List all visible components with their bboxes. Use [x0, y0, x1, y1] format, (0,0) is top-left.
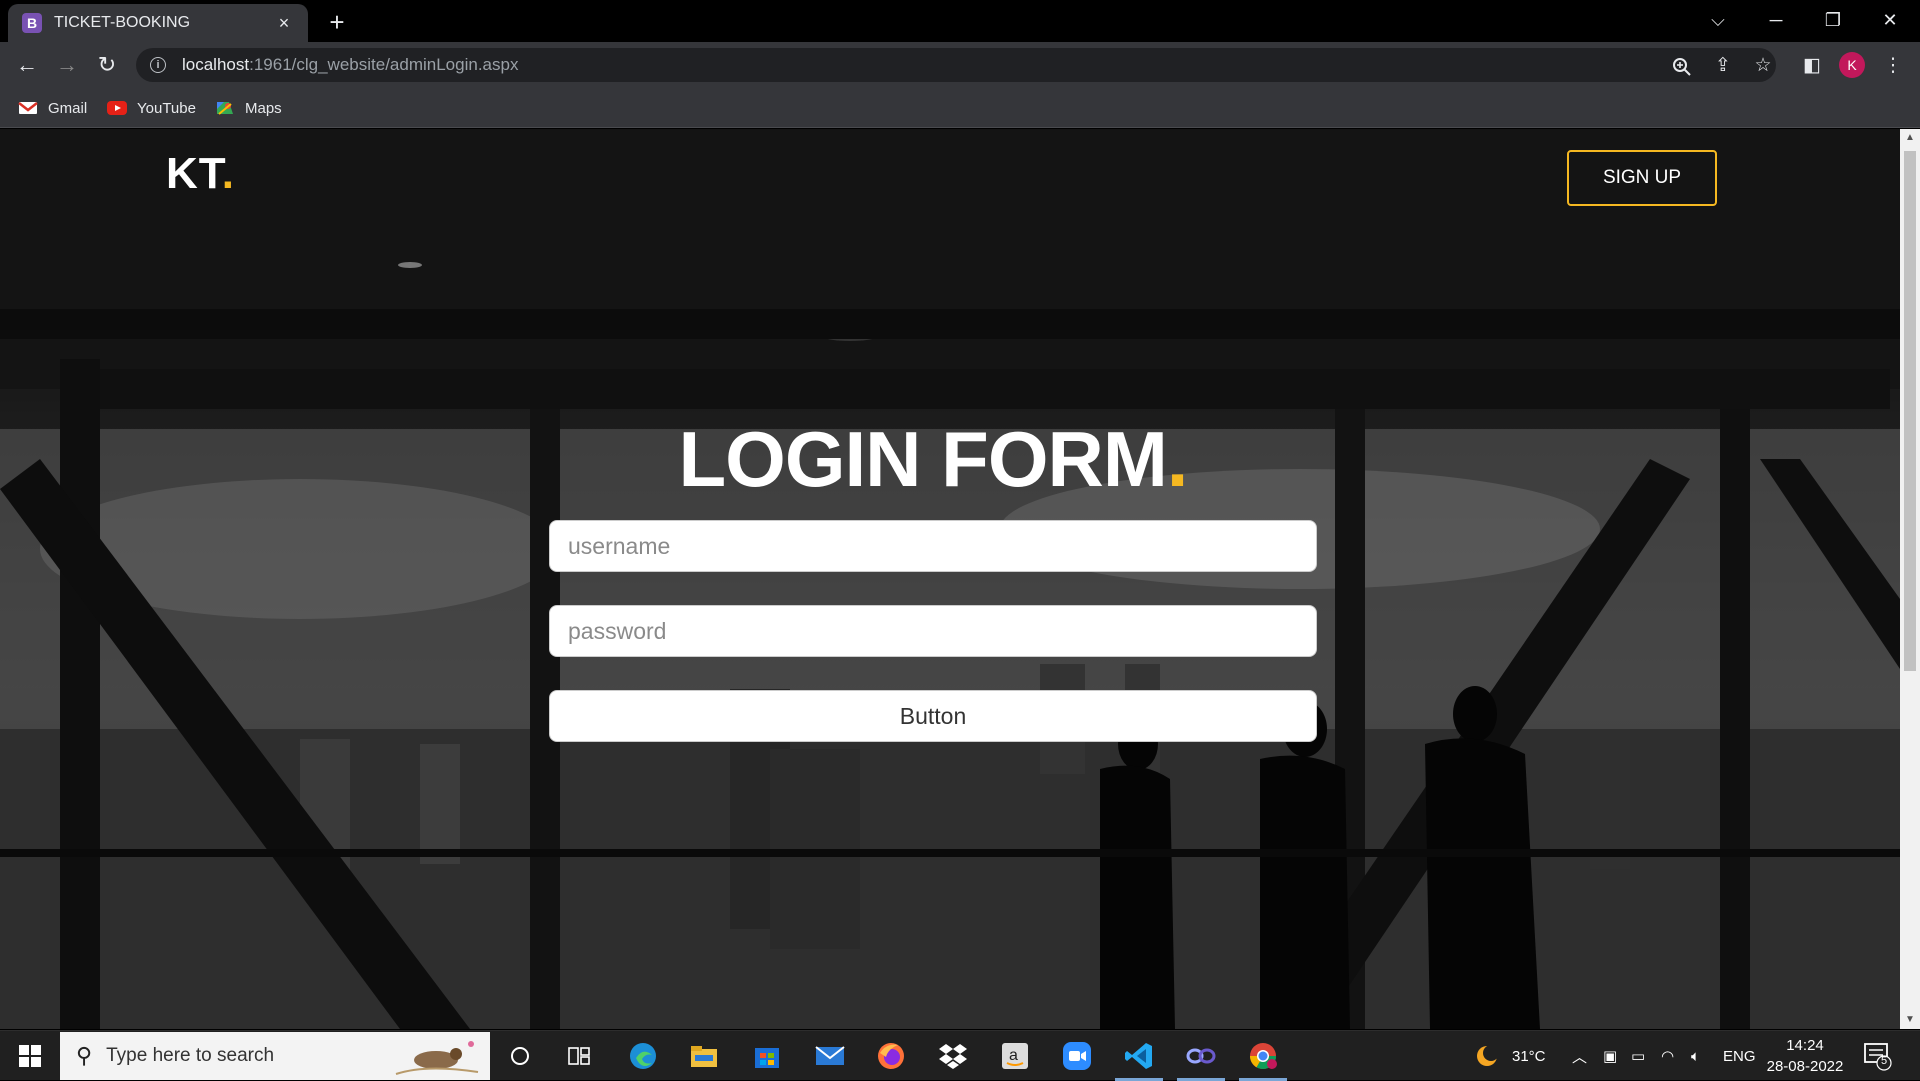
- weather-widget[interactable]: 31°C: [1474, 1031, 1546, 1081]
- profile-avatar[interactable]: K: [1839, 52, 1865, 78]
- wifi-icon[interactable]: ◠: [1661, 1031, 1674, 1081]
- page-viewport: KT. SIGN UP LOGIN FORM. Button: [0, 129, 1900, 1029]
- browser-tab[interactable]: B TICKET-BOOKING ×: [8, 4, 308, 42]
- svg-text:a: a: [1009, 1047, 1018, 1064]
- chrome-icon[interactable]: [1235, 1036, 1291, 1081]
- tab-search-icon[interactable]: ⌵: [1690, 0, 1746, 40]
- notification-count: 5: [1880, 1055, 1888, 1067]
- restore-icon[interactable]: ❐: [1805, 0, 1861, 40]
- address-bar[interactable]: i localhost:1961/clg_website/adminLogin.…: [136, 48, 1776, 82]
- file-explorer-icon[interactable]: [676, 1036, 732, 1076]
- windows-logo-icon: [19, 1045, 41, 1067]
- city-background-image: [0, 129, 1900, 1029]
- forward-icon[interactable]: →: [52, 50, 82, 80]
- clock-date: 28-08-2022: [1766, 1058, 1844, 1075]
- search-placeholder: Type here to search: [106, 1045, 275, 1066]
- bookmark-label: Gmail: [48, 99, 88, 117]
- scrollbar-thumb[interactable]: [1904, 151, 1916, 671]
- bookmark-label: Maps: [245, 99, 282, 117]
- close-window-icon[interactable]: ✕: [1862, 0, 1918, 40]
- vscode-icon[interactable]: [1111, 1036, 1167, 1081]
- start-button[interactable]: [0, 1031, 60, 1081]
- clock-time: 14:24: [1786, 1037, 1824, 1054]
- username-input[interactable]: [549, 520, 1317, 572]
- bookmark-label: YouTube: [137, 99, 196, 117]
- maps-icon: [215, 100, 235, 116]
- bookmarks-bar: Gmail YouTube Maps: [0, 88, 1920, 128]
- search-icon: ⚲: [76, 1043, 93, 1068]
- site-logo[interactable]: KT.: [166, 149, 235, 199]
- show-hidden-icons-icon[interactable]: ︿: [1572, 1031, 1587, 1081]
- page-title: LOGIN FORM.: [0, 414, 1866, 505]
- weather-temp: 31°C: [1512, 1047, 1546, 1065]
- taskbar-search-box[interactable]: ⚲ Type here to search: [60, 1032, 490, 1080]
- scroll-up-icon[interactable]: ▲: [1900, 129, 1920, 147]
- tab-title: TICKET-BOOKING: [54, 14, 191, 31]
- heading-dot: .: [1166, 415, 1189, 503]
- dropbox-icon[interactable]: [925, 1036, 981, 1076]
- store-icon[interactable]: [739, 1036, 795, 1076]
- bookmark-youtube[interactable]: YouTube: [107, 96, 196, 120]
- amazon-icon[interactable]: a: [987, 1036, 1043, 1076]
- edge-icon[interactable]: [615, 1036, 671, 1076]
- close-tab-icon[interactable]: ×: [274, 13, 294, 34]
- browser-toolbar: ← → ↻ i localhost:1961/clg_website/admin…: [0, 42, 1920, 88]
- tab-strip: B TICKET-BOOKING × + ⌵ ─ ❐ ✕: [0, 0, 1920, 42]
- gmail-icon: [18, 100, 38, 116]
- minimize-icon[interactable]: ─: [1748, 0, 1804, 40]
- site-info-icon[interactable]: i: [150, 57, 166, 73]
- firefox-icon[interactable]: [863, 1036, 919, 1076]
- bookmark-gmail[interactable]: Gmail: [18, 96, 87, 120]
- side-panel-icon[interactable]: ◧: [1797, 50, 1827, 80]
- zoom-app-icon[interactable]: [1049, 1036, 1105, 1076]
- login-button[interactable]: Button: [549, 690, 1317, 742]
- reload-icon[interactable]: ↻: [92, 50, 122, 80]
- share-icon[interactable]: ⇪: [1708, 50, 1738, 80]
- meet-now-icon[interactable]: ▣: [1603, 1031, 1617, 1081]
- scroll-down-icon[interactable]: ▼: [1900, 1011, 1920, 1029]
- bookmark-star-icon[interactable]: ☆: [1748, 50, 1778, 80]
- system-clock[interactable]: 14:24 28-08-2022: [1760, 1035, 1850, 1077]
- password-input[interactable]: [549, 605, 1317, 657]
- logo-dot: .: [221, 149, 236, 198]
- heading-text: LOGIN FORM: [678, 415, 1168, 503]
- windows-taskbar: ⚲ Type here to search a 31°C ︿ ▣ ▭ ◠ 🔈︎ …: [0, 1030, 1920, 1081]
- url-host: localhost: [182, 55, 250, 74]
- logo-text: KT: [166, 149, 222, 198]
- menu-icon[interactable]: ⋮: [1878, 50, 1908, 80]
- battery-icon[interactable]: ▭: [1631, 1031, 1645, 1081]
- cortana-icon[interactable]: [492, 1036, 548, 1076]
- language-indicator[interactable]: ENG: [1723, 1031, 1756, 1081]
- page-scrollbar[interactable]: ▲ ▼: [1900, 129, 1920, 1029]
- notification-center-icon[interactable]: 5: [1862, 1041, 1898, 1071]
- mail-icon[interactable]: [802, 1036, 858, 1076]
- bootstrap-favicon-icon: B: [22, 13, 42, 33]
- visual-studio-icon[interactable]: [1173, 1036, 1229, 1081]
- sign-up-button[interactable]: SIGN UP: [1567, 150, 1717, 206]
- weather-sun-icon: [1477, 1045, 1499, 1066]
- back-icon[interactable]: ←: [12, 50, 42, 80]
- new-tab-button[interactable]: +: [322, 8, 352, 38]
- volume-icon[interactable]: 🔈︎: [1691, 1031, 1700, 1081]
- zoom-icon[interactable]: [1667, 52, 1697, 82]
- url-path: :1961/clg_website/adminLogin.aspx: [249, 55, 519, 74]
- search-highlight-bird-icon: [395, 1041, 479, 1075]
- bookmark-maps[interactable]: Maps: [215, 96, 282, 120]
- task-view-icon[interactable]: [551, 1036, 607, 1076]
- youtube-icon: [107, 100, 127, 116]
